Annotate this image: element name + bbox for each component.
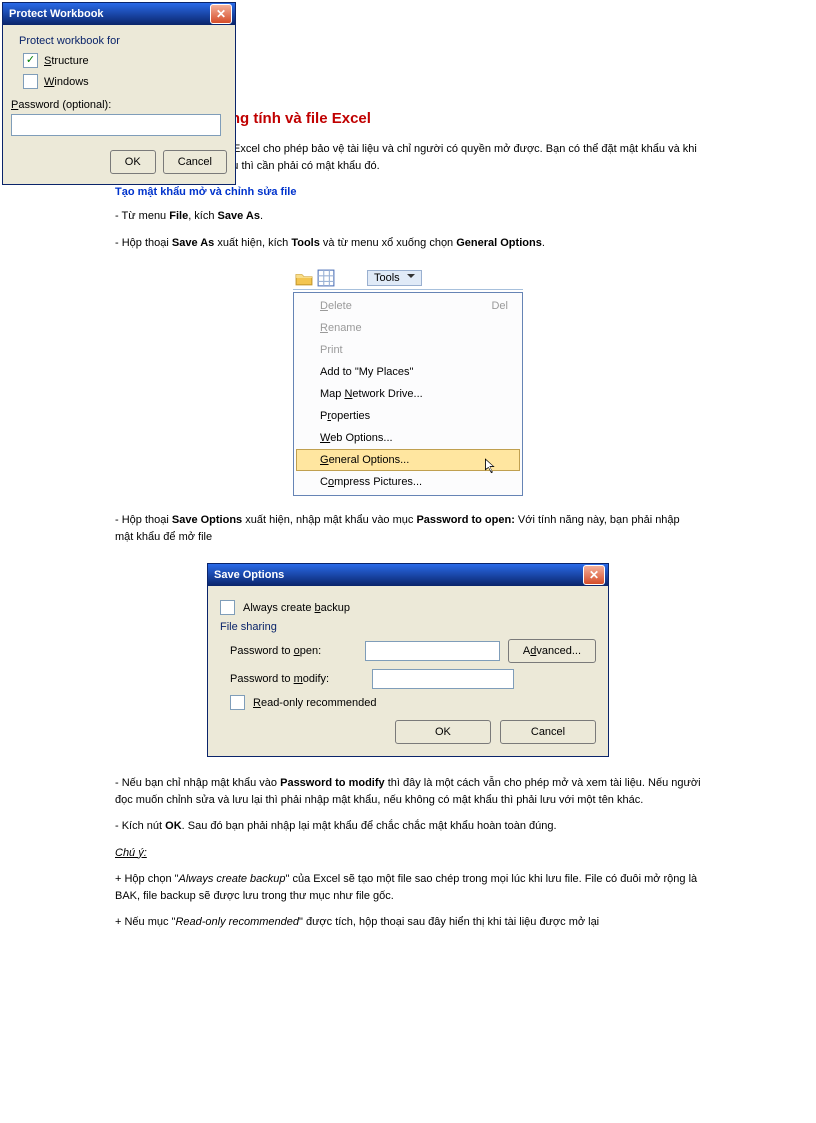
password-open-input[interactable] bbox=[365, 641, 500, 661]
password-modify-input[interactable] bbox=[372, 669, 514, 689]
close-icon[interactable]: ✕ bbox=[583, 565, 605, 585]
menu-item-print: Print bbox=[296, 339, 520, 361]
checkbox-icon bbox=[220, 600, 235, 615]
ok-button[interactable]: OK bbox=[110, 150, 156, 174]
structure-label: Structure bbox=[44, 55, 89, 67]
paragraph: + Hộp chọn "Always create backup" của Ex… bbox=[115, 871, 701, 904]
dialog-title: Protect Workbook bbox=[9, 8, 104, 20]
windows-label: Windows bbox=[44, 76, 89, 88]
close-icon[interactable]: ✕ bbox=[210, 4, 232, 24]
paragraph: - Từ menu File, kích Save As. bbox=[115, 208, 701, 225]
checkbox-icon bbox=[230, 695, 245, 710]
paragraph: - Kích nút OK. Sau đó bạn phải nhập lại … bbox=[115, 818, 701, 835]
backup-checkbox-row[interactable]: Always create backup bbox=[220, 600, 596, 615]
password-input[interactable] bbox=[11, 114, 221, 136]
paragraph: + Nếu mục "Read-only recommended" được t… bbox=[115, 914, 701, 931]
dialog-title: Save Options bbox=[214, 569, 284, 581]
readonly-label: Read-only recommended bbox=[253, 697, 377, 709]
saveas-toolbar: Tools bbox=[293, 267, 523, 290]
tools-menu-figure: Tools DeleteDel Rename Print Add to "My … bbox=[293, 267, 523, 496]
folder-icon bbox=[295, 269, 313, 287]
password-open-row: Password to open: Advanced... bbox=[220, 639, 596, 663]
save-options-dialog: Save Options ✕ Always create backup File… bbox=[207, 563, 609, 757]
file-sharing-label: File sharing bbox=[220, 621, 596, 633]
menu-item-compress-pictures[interactable]: Compress Pictures... bbox=[296, 471, 520, 493]
section-heading: Tạo mật khẩu mở và chỉnh sửa file bbox=[115, 186, 701, 198]
menu-item-add-places[interactable]: Add to "My Places" bbox=[296, 361, 520, 383]
menu-item-general-options[interactable]: General Options... bbox=[296, 449, 520, 471]
note-label: Chú ý: bbox=[115, 845, 701, 862]
password-modify-row: Password to modify: bbox=[220, 669, 596, 689]
advanced-button[interactable]: Advanced... bbox=[508, 639, 596, 663]
password-label: Password (optional): bbox=[11, 99, 227, 111]
dialog-titlebar: Save Options ✕ bbox=[208, 564, 608, 586]
password-open-label: Password to open: bbox=[230, 645, 353, 657]
readonly-checkbox-row[interactable]: Read-only recommended bbox=[220, 695, 596, 710]
backup-label: Always create backup bbox=[243, 602, 350, 614]
dialog-titlebar: Protect Workbook ✕ bbox=[3, 3, 235, 25]
group-label: Protect workbook for bbox=[19, 35, 219, 47]
paragraph: - Hộp thoại Save Options xuất hiện, nhập… bbox=[115, 512, 701, 545]
tools-button[interactable]: Tools bbox=[367, 270, 422, 286]
tools-dropdown-menu: DeleteDel Rename Print Add to "My Places… bbox=[293, 292, 523, 496]
menu-item-rename: Rename bbox=[296, 317, 520, 339]
menu-item-web-options[interactable]: Web Options... bbox=[296, 427, 520, 449]
menu-item-properties[interactable]: Properties bbox=[296, 405, 520, 427]
paragraph: - Nếu bạn chỉ nhập mật khẩu vào Password… bbox=[115, 775, 701, 808]
structure-checkbox-row[interactable]: ✓ Structure bbox=[23, 53, 227, 68]
ok-button[interactable]: OK bbox=[395, 720, 491, 744]
windows-checkbox-row[interactable]: Windows bbox=[23, 74, 227, 89]
cancel-button[interactable]: Cancel bbox=[163, 150, 227, 174]
password-modify-label: Password to modify: bbox=[230, 673, 360, 685]
menu-item-delete: DeleteDel bbox=[296, 295, 520, 317]
grid-icon bbox=[317, 269, 335, 287]
cancel-button[interactable]: Cancel bbox=[500, 720, 596, 744]
checkbox-checked-icon: ✓ bbox=[23, 53, 38, 68]
menu-item-map-netdrive[interactable]: Map Network Drive... bbox=[296, 383, 520, 405]
checkbox-icon bbox=[23, 74, 38, 89]
paragraph: - Hộp thoại Save As xuất hiện, kích Tool… bbox=[115, 235, 701, 252]
protect-workbook-dialog: Protect Workbook ✕ Protect workbook for … bbox=[2, 2, 236, 185]
